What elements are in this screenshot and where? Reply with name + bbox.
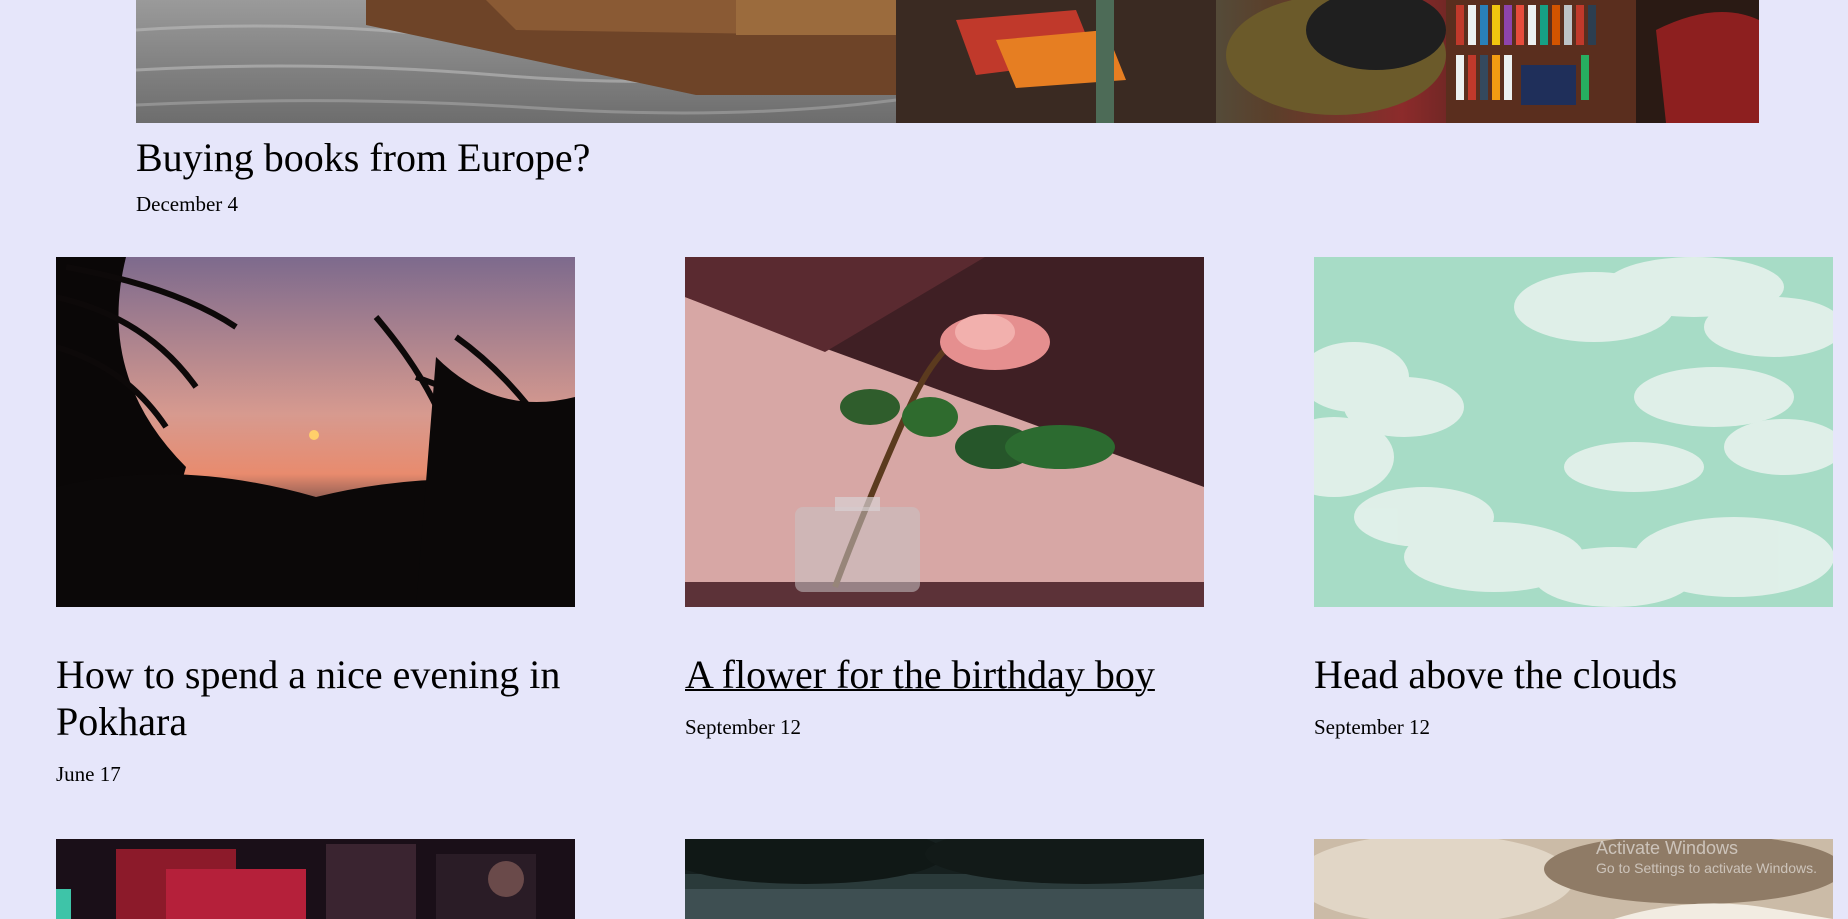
post-card [685, 839, 1204, 919]
watermark-line-1: Activate Windows [1596, 838, 1739, 858]
post-card: Head above the clouds September 12 [1314, 257, 1833, 740]
post-date: June 17 [56, 762, 121, 786]
sunset-palms-image [56, 257, 575, 607]
rose-vase-image [685, 257, 1204, 607]
activate-windows-watermark: Activate Windows Go to Settings to activ… [1596, 838, 1817, 878]
post-title[interactable]: How to spend a nice evening in Pokhara [56, 651, 575, 745]
post-card [56, 839, 575, 919]
post-image-sunset-palms[interactable] [56, 257, 575, 607]
featured-post-image[interactable] [136, 0, 1759, 123]
post-image-red-poster-wall[interactable] [56, 839, 575, 919]
featured-post-title[interactable]: Buying books from Europe? [136, 133, 590, 183]
red-poster-wall-image [56, 839, 575, 919]
watermark-line-2: Go to Settings to activate Windows. [1596, 860, 1817, 876]
post-card: A flower for the birthday boy September … [685, 257, 1204, 740]
post-date: September 12 [1314, 715, 1431, 739]
post-title[interactable]: Head above the clouds [1314, 651, 1833, 698]
post-title[interactable]: A flower for the birthday boy [685, 651, 1204, 698]
post-date: September 12 [685, 715, 802, 739]
post-card: How to spend a nice evening in Pokhara J… [56, 257, 575, 787]
post-image-rose-vase[interactable] [685, 257, 1204, 607]
clouds-image [1314, 257, 1833, 607]
featured-post-date: December 4 [136, 192, 239, 216]
blog-page: Buying books from Europe? December 4 How… [0, 0, 1848, 919]
post-image-clouds[interactable] [1314, 257, 1833, 607]
bookshop-boat-illustration [136, 0, 1759, 123]
post-image-dark-trees[interactable] [685, 839, 1204, 919]
dark-trees-image [685, 839, 1204, 919]
